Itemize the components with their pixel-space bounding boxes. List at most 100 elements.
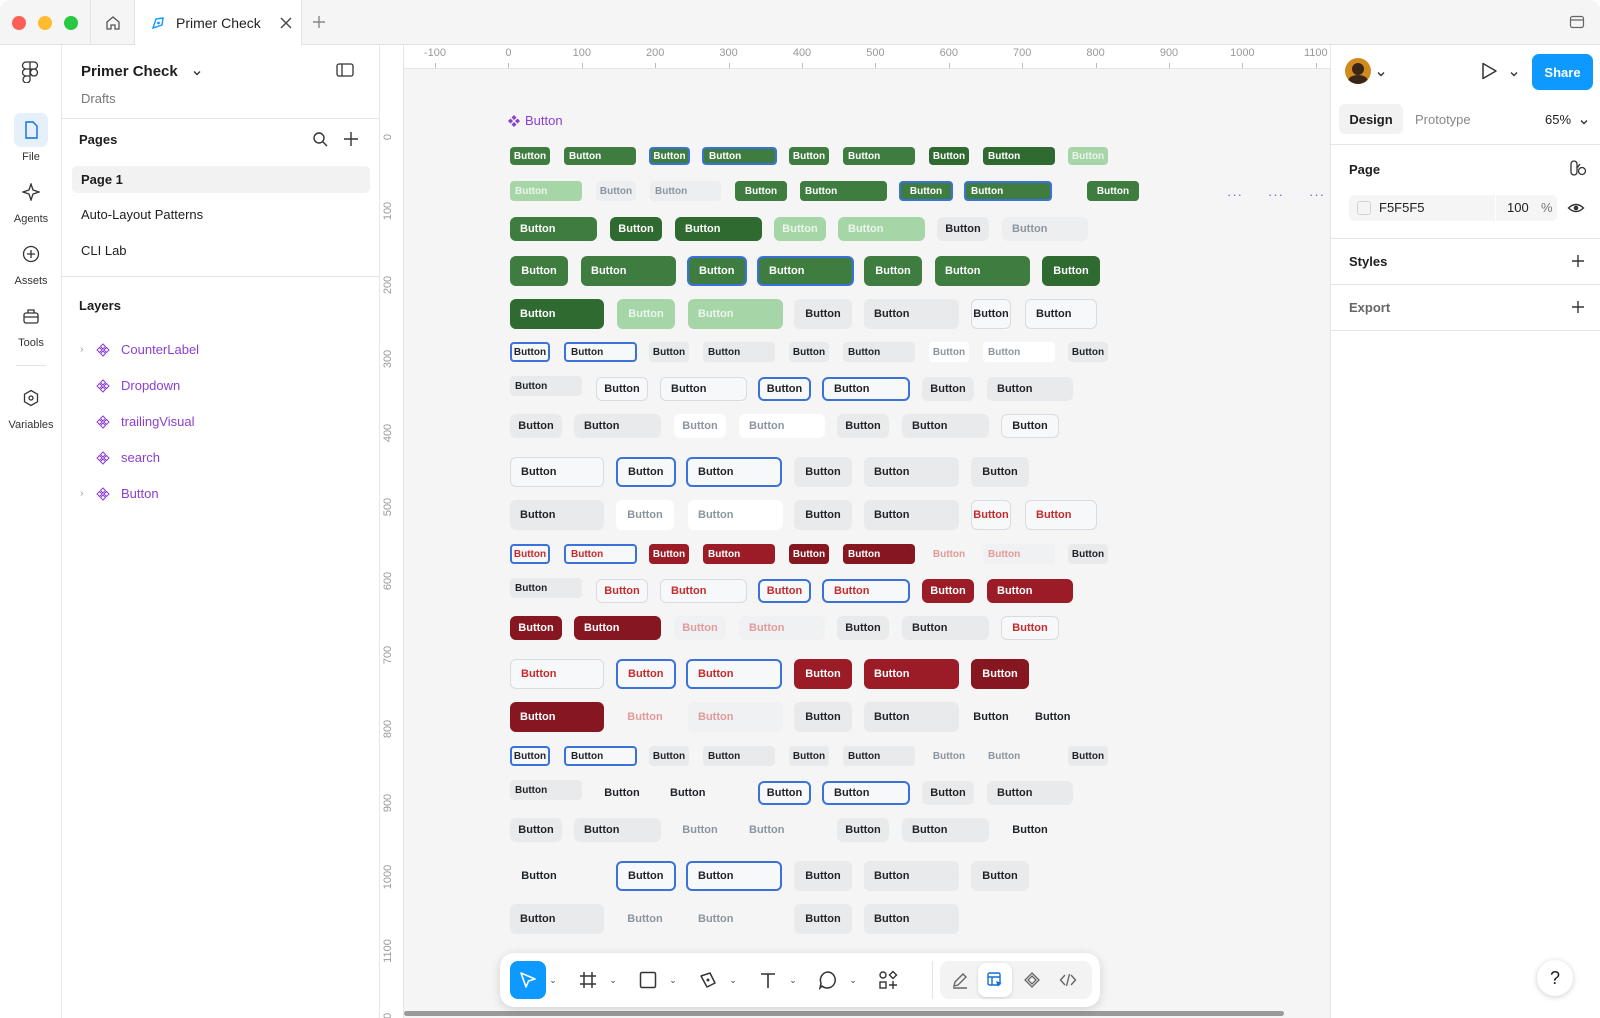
button-variant[interactable]: Button [686, 457, 782, 487]
button-variant[interactable]: Button [902, 616, 989, 640]
button-variant[interactable]: Button [789, 746, 829, 766]
button-variant[interactable]: Button [922, 781, 974, 805]
button-variant[interactable]: Button [510, 904, 604, 934]
button-variant[interactable]: Button [688, 702, 783, 732]
button-variant[interactable]: Button [789, 342, 829, 362]
button-variant[interactable]: Button [686, 659, 782, 689]
button-variant[interactable]: Button [564, 147, 636, 165]
button-variant[interactable]: Button [937, 217, 989, 241]
add-export-button[interactable] [1571, 300, 1585, 319]
button-variant[interactable]: Button [650, 181, 721, 201]
draw-mode-button[interactable] [943, 961, 977, 999]
button-variant[interactable]: Button [837, 818, 889, 842]
button-variant[interactable]: Button [1025, 702, 1097, 732]
button-variant[interactable]: Button [843, 147, 915, 165]
share-button[interactable]: Share [1532, 54, 1593, 90]
button-variant[interactable]: Button [703, 342, 775, 362]
button-variant[interactable]: Button [510, 746, 550, 766]
button-variant[interactable]: Button [864, 861, 959, 891]
button-variant[interactable]: Button [574, 616, 661, 640]
button-variant[interactable]: Button [971, 861, 1029, 891]
actions-tool-button[interactable] [870, 961, 906, 999]
file-name[interactable]: Primer Check [81, 63, 178, 80]
comment-tool-button[interactable] [810, 961, 846, 999]
button-variant[interactable]: Button [971, 659, 1029, 689]
button-variant[interactable]: Button [902, 414, 989, 438]
button-variant[interactable]: Button [702, 147, 777, 165]
chevron-down-icon[interactable]: ⌄ [726, 975, 740, 986]
expand-chevron-icon[interactable]: › [80, 335, 83, 365]
button-variant[interactable]: Button [838, 217, 925, 241]
button-variant[interactable]: Button [510, 780, 582, 800]
button-variant[interactable]: Button [616, 659, 676, 689]
button-variant[interactable]: Button [649, 746, 689, 766]
button-variant[interactable]: Button [843, 544, 915, 564]
button-variant[interactable]: Button [596, 181, 636, 201]
button-variant[interactable]: Button [510, 616, 562, 640]
maximize-window-button[interactable] [64, 16, 78, 30]
button-variant[interactable]: Button [510, 544, 550, 564]
add-style-button[interactable] [1571, 254, 1585, 273]
page-item-cli-lab[interactable]: CLI Lab [72, 237, 370, 264]
button-variant[interactable]: Button [758, 781, 811, 805]
button-variant[interactable]: Button [660, 579, 747, 603]
rail-file[interactable]: File [0, 113, 62, 163]
button-variant[interactable]: Button [794, 861, 852, 891]
button-variant[interactable]: Button [1068, 342, 1108, 362]
component-mode-button[interactable] [1015, 961, 1049, 999]
button-variant[interactable]: Button [929, 544, 969, 564]
main-menu-button[interactable] [20, 61, 40, 88]
button-variant[interactable]: Button [574, 414, 661, 438]
button-variant[interactable]: Button [739, 414, 825, 438]
page-color-field[interactable]: F5F5F5 100 % [1349, 195, 1557, 221]
button-variant[interactable]: Button [1001, 616, 1059, 640]
minimize-window-button[interactable] [38, 16, 52, 30]
button-variant[interactable]: Button [703, 746, 775, 766]
button-variant[interactable]: Button [649, 342, 689, 362]
button-variant[interactable]: Button [703, 544, 775, 564]
tab-design[interactable]: Design [1339, 104, 1403, 134]
zoom-level[interactable]: 65% [1545, 112, 1571, 127]
button-variant[interactable]: Button [794, 457, 852, 487]
button-variant[interactable]: Button [837, 414, 889, 438]
pen-tool-button[interactable] [690, 961, 726, 999]
button-variant[interactable]: Button [510, 414, 562, 438]
layer-counterlabel[interactable]: › CounterLabel [62, 335, 380, 365]
rail-tools[interactable]: Tools [0, 299, 62, 349]
button-variant[interactable]: Button [510, 147, 550, 165]
button-variant[interactable]: Button [688, 500, 783, 530]
button-variant[interactable]: Button [929, 746, 969, 766]
close-tab-icon[interactable] [280, 17, 292, 29]
button-variant[interactable]: Button [971, 457, 1029, 487]
button-variant[interactable]: Button [864, 457, 959, 487]
collapse-panel-button[interactable] [336, 63, 354, 82]
layer-search[interactable]: search [62, 443, 380, 473]
button-variant[interactable]: Button [688, 299, 783, 329]
page-item-page-1[interactable]: Page 1 [72, 166, 370, 193]
button-variant[interactable]: Button [510, 702, 604, 732]
close-window-button[interactable] [12, 16, 26, 30]
avatar[interactable] [1345, 58, 1371, 84]
button-variant[interactable]: Button [794, 659, 852, 689]
button-variant[interactable]: Button [739, 616, 825, 640]
button-variant[interactable]: Button [757, 256, 854, 286]
button-variant[interactable]: Button [596, 579, 648, 603]
button-variant[interactable]: Button [983, 147, 1055, 165]
avatar-chevron-icon[interactable] [1376, 66, 1386, 84]
home-tab[interactable] [90, 0, 135, 45]
button-variant[interactable]: Button [510, 818, 562, 842]
button-variant[interactable]: Button [983, 342, 1055, 362]
button-variant[interactable]: Button [837, 616, 889, 640]
button-variant[interactable]: Button [739, 818, 825, 842]
button-variant[interactable]: Button [758, 579, 811, 603]
chevron-down-icon[interactable]: ⌄ [846, 975, 860, 986]
button-variant[interactable]: Button [616, 457, 676, 487]
button-variant[interactable]: Button [971, 702, 1011, 732]
button-variant[interactable]: Button [596, 781, 648, 805]
help-button[interactable]: ? [1537, 960, 1573, 996]
button-variant[interactable]: Button [822, 579, 910, 603]
button-variant[interactable]: Button [794, 904, 852, 934]
chevron-down-icon[interactable]: ⌄ [546, 975, 560, 986]
file-location[interactable]: Drafts [81, 91, 116, 106]
button-variant[interactable]: Button [1068, 746, 1108, 766]
